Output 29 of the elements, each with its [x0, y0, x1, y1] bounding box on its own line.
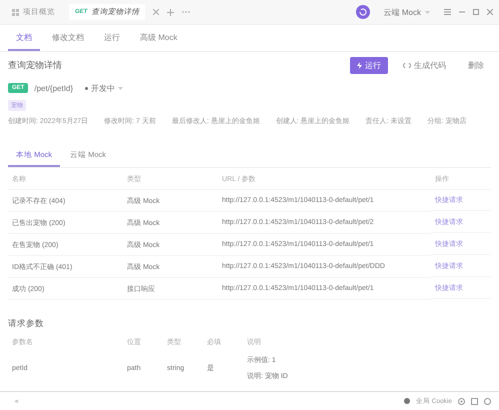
maximize-icon[interactable] [473, 9, 479, 15]
settings-icon[interactable] [458, 398, 465, 404]
api-title: 查询宠物详情 [8, 58, 62, 72]
caret-icon [118, 86, 124, 90]
tab[interactable]: 运行 [96, 25, 128, 51]
section-title: 请求参数 [8, 318, 45, 330]
code-icon [403, 62, 411, 68]
minimize-icon[interactable] [459, 9, 465, 15]
help-icon[interactable] [484, 398, 491, 404]
bolt-icon [357, 62, 362, 68]
generate-code-button[interactable]: 生成代码 [396, 56, 453, 74]
caret-icon [425, 10, 430, 14]
tab[interactable]: 文档 [8, 25, 40, 51]
tab[interactable]: 修改文档 [44, 25, 92, 51]
run-button[interactable]: 运行 [350, 56, 388, 74]
refresh-icon[interactable] [356, 5, 370, 19]
delete-button[interactable]: 删除 [461, 56, 491, 74]
api-path: /pet/{petId} [34, 84, 74, 92]
environment-selector[interactable]: 云端 Mock [378, 6, 436, 18]
close-icon[interactable] [153, 9, 160, 15]
plus-icon[interactable] [167, 8, 174, 16]
cookie-icon [404, 398, 410, 404]
tab[interactable]: 高级 Mock [132, 25, 186, 51]
grid-icon [12, 8, 19, 16]
status-dot-icon [85, 86, 88, 90]
status-selector[interactable]: 开发中 [79, 82, 130, 94]
close-icon[interactable] [487, 9, 493, 15]
window-icon[interactable] [471, 398, 478, 404]
menu-icon[interactable] [444, 9, 451, 15]
